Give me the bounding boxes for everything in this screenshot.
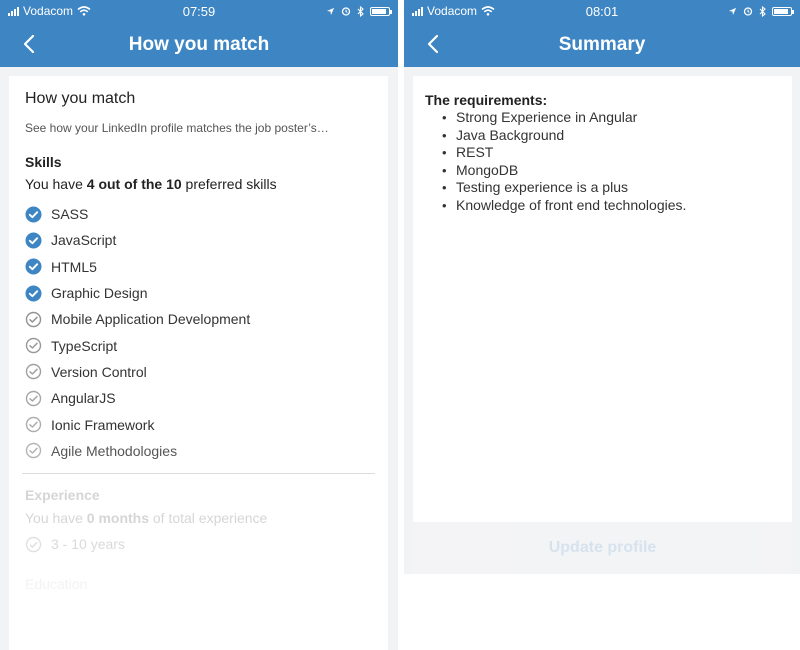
experience-range: 3 - 10 years: [51, 536, 125, 553]
outline-check-circle-icon: [25, 363, 42, 380]
filled-check-circle-icon: [25, 232, 42, 249]
skills-summary-suffix: preferred skills: [181, 176, 277, 192]
skill-item: Ionic Framework: [25, 411, 372, 437]
skill-label: Graphic Design: [51, 285, 148, 302]
requirement-item: • MongoDB: [442, 162, 780, 180]
skill-label: SASS: [51, 206, 89, 223]
skill-label: Ionic Framework: [51, 416, 155, 433]
bullet-icon: •: [442, 162, 447, 178]
experience-summary-months: 0 months: [86, 509, 149, 526]
bluetooth-icon: [759, 5, 766, 17]
skill-item: Agile Methodologies: [25, 438, 372, 464]
bullet-icon: •: [442, 110, 447, 125]
card-subtitle: See how your LinkedIn profile matches th…: [25, 121, 329, 135]
requirement-item: • Testing experience is a plus: [442, 179, 780, 197]
bullet-icon: •: [442, 197, 447, 213]
chevron-left-icon: [23, 34, 35, 54]
filled-check-circle-icon: [25, 258, 42, 275]
card-title: How you match: [25, 90, 136, 107]
outline-check-circle-icon: [25, 337, 42, 354]
page-title: How you match: [128, 33, 270, 55]
summary-screen: Vodacom 08:01 Summary The requirements: …: [404, 0, 800, 650]
bullet-icon: •: [442, 180, 447, 195]
requirement-item: • Strong Experience in Angular: [442, 109, 780, 127]
skills-summary-count: 4 out of the 10: [86, 176, 182, 192]
skill-label: Mobile Application Development: [51, 311, 251, 328]
skill-item: JavaScript: [25, 227, 372, 253]
bullet-icon: •: [442, 145, 447, 160]
experience-heading: Experience: [25, 486, 100, 503]
skills-summary-prefix: You have: [25, 176, 87, 192]
page-title: Summary: [558, 33, 646, 55]
skill-label: JavaScript: [51, 232, 117, 249]
update-profile-button[interactable]: Update profile: [413, 522, 792, 574]
experience-range-item: 3 - 10 years: [25, 536, 372, 553]
divider: [22, 472, 375, 474]
nav-bar: Summary: [404, 22, 800, 67]
outline-check-circle-icon: [25, 536, 42, 553]
filled-check-circle-icon: [25, 285, 42, 302]
filled-check-circle-icon: [25, 206, 42, 223]
location-icon: [728, 7, 737, 15]
alarm-icon: [341, 7, 351, 16]
skill-item: HTML5: [25, 254, 372, 280]
experience-section: Experience You have 0 months of total ex…: [25, 487, 372, 553]
chevron-left-icon: [427, 34, 439, 54]
skills-heading: Skills: [25, 154, 62, 170]
skill-label: TypeScript: [51, 337, 118, 354]
outline-check-circle-icon: [25, 311, 42, 328]
requirement-text: Testing experience is a plus: [456, 179, 628, 195]
match-card: How you match See how your LinkedIn prof…: [9, 76, 388, 650]
summary-card: The requirements: • Strong Experience in …: [413, 76, 792, 522]
bullet-icon: •: [442, 127, 447, 143]
bottom-area: [404, 574, 800, 650]
skill-label: Agile Methodologies: [51, 442, 178, 459]
skill-item: TypeScript: [25, 332, 372, 358]
alarm-icon: [743, 7, 753, 16]
back-button[interactable]: [18, 31, 40, 57]
requirement-text: Java Background: [456, 126, 565, 143]
outline-check-circle-icon: [25, 390, 42, 407]
skill-item: SASS: [25, 201, 372, 227]
status-bar: Vodacom 07:59: [0, 0, 398, 22]
requirement-item: • Knowledge of front end technologies.: [442, 197, 780, 215]
location-icon: [326, 7, 335, 15]
experience-summary: You have 0 months of total experience: [25, 510, 372, 526]
requirement-text: MongoDB: [456, 161, 519, 178]
requirements-heading: The requirements:: [425, 92, 548, 108]
skills-summary: You have 4 out of the 10 preferred skill…: [25, 176, 372, 192]
outline-check-circle-icon: [25, 416, 42, 433]
battery-icon: [370, 6, 392, 16]
requirement-text: Knowledge of front end technologies.: [456, 196, 687, 213]
requirements-list: • Strong Experience in Angular • Java Backg…: [425, 109, 780, 214]
how-you-match-screen: Vodacom 07:59 How you match How you matc…: [0, 0, 398, 650]
requirement-item: • REST: [442, 144, 780, 162]
skill-label: HTML5: [51, 258, 97, 275]
skill-item: Mobile Application Development: [25, 306, 372, 332]
skills-list: SASS JavaScript HTML5 Graphic Design Mobile …: [25, 201, 372, 464]
skill-label: AngularJS: [51, 390, 116, 407]
requirement-text: Strong Experience in Angular: [456, 109, 638, 125]
skill-label: Version Control: [51, 363, 147, 380]
requirement-text: REST: [456, 144, 494, 160]
back-button[interactable]: [422, 31, 444, 57]
experience-summary-prefix: You have: [25, 509, 87, 526]
skill-item: Version Control: [25, 359, 372, 385]
requirement-item: • Java Background: [442, 127, 780, 145]
bluetooth-icon: [357, 5, 364, 17]
outline-check-circle-icon: [25, 442, 42, 459]
education-heading: Education: [25, 575, 88, 592]
top-bar: Vodacom 07:59 How you match: [0, 0, 398, 67]
top-bar: Vodacom 08:01 Summary: [404, 0, 800, 67]
experience-summary-suffix: of total experience: [149, 509, 268, 526]
nav-bar: How you match: [0, 22, 398, 67]
status-bar: Vodacom 08:01: [404, 0, 800, 22]
battery-icon: [772, 6, 794, 16]
skill-item: Graphic Design: [25, 280, 372, 306]
skill-item: AngularJS: [25, 385, 372, 411]
